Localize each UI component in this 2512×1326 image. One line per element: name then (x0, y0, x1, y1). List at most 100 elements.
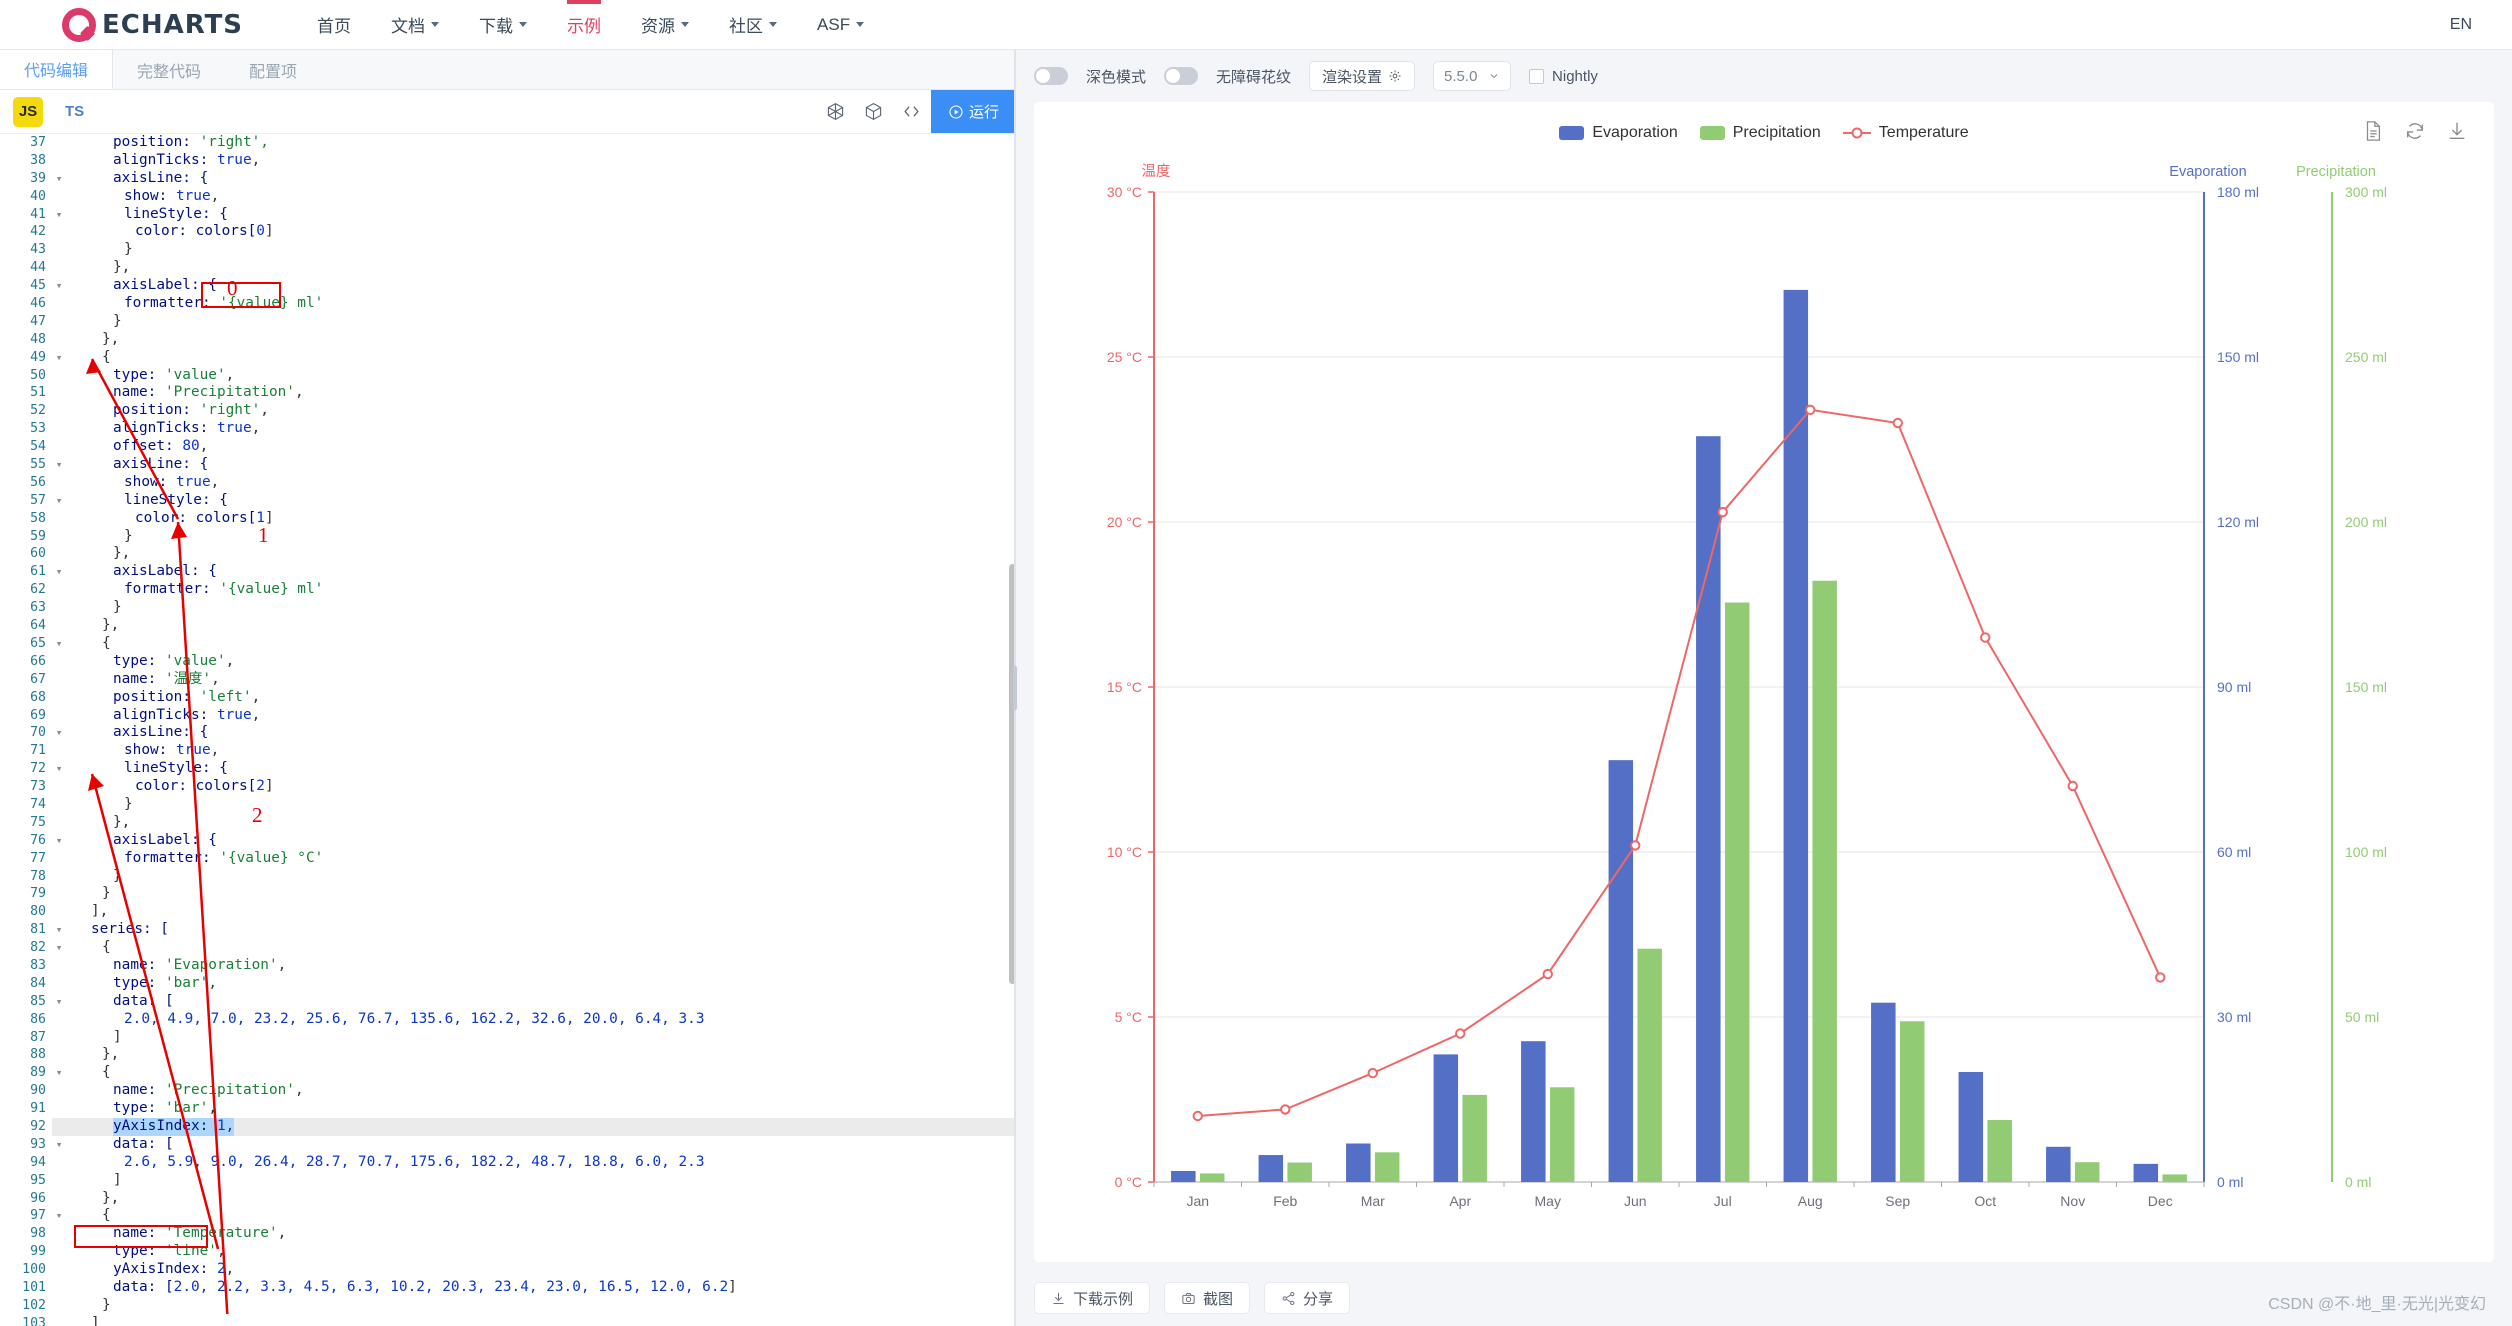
fold-toggle-icon[interactable] (52, 1261, 66, 1279)
fold-toggle-icon[interactable] (52, 438, 66, 456)
code-line[interactable]: 92 yAxisIndex: 1, (0, 1117, 1016, 1136)
fold-toggle-icon[interactable] (52, 1190, 66, 1208)
fold-toggle-icon[interactable] (52, 1100, 66, 1118)
code-line[interactable]: 73 color: colors[2] (0, 778, 1016, 796)
fold-toggle-icon[interactable] (52, 903, 66, 921)
code-line[interactable]: 45 ▾ axisLabel: { (0, 277, 1016, 296)
code-line[interactable]: 74} (0, 795, 1016, 814)
fold-toggle-icon[interactable] (52, 1029, 66, 1047)
fold-toggle-icon[interactable]: ▾ (52, 563, 66, 581)
nav-item-4[interactable]: 资源 (621, 0, 709, 49)
fold-toggle-icon[interactable]: ▾ (52, 1207, 66, 1225)
code-line[interactable]: 52 position: 'right', (0, 402, 1016, 421)
code-line[interactable]: 88}, (0, 1046, 1016, 1065)
fold-toggle-icon[interactable]: ▾ (52, 635, 66, 653)
fold-toggle-icon[interactable] (52, 1297, 66, 1315)
tab-0[interactable]: 代码编辑 (0, 50, 114, 89)
fold-toggle-icon[interactable]: ▾ (52, 993, 66, 1011)
code-line[interactable]: 84 type: 'bar', (0, 974, 1016, 993)
fold-toggle-icon[interactable] (52, 689, 66, 707)
nav-item-5[interactable]: 社区 (709, 0, 797, 49)
fold-toggle-icon[interactable] (52, 1243, 66, 1261)
code-line[interactable]: 47} (0, 312, 1016, 331)
fold-toggle-icon[interactable]: ▾ (52, 760, 66, 778)
code-line[interactable]: 58 color: colors[1] (0, 509, 1016, 528)
code-line[interactable]: 68 position: 'left', (0, 688, 1016, 707)
code-line[interactable]: 60}, (0, 545, 1016, 564)
code-line[interactable]: 81 ▾ series: [ (0, 921, 1016, 940)
nav-item-1[interactable]: 文档 (371, 0, 459, 49)
fold-toggle-icon[interactable] (52, 814, 66, 832)
fold-toggle-icon[interactable]: ▾ (52, 724, 66, 742)
fold-toggle-icon[interactable] (52, 1225, 66, 1243)
code-line[interactable]: 96}, (0, 1189, 1016, 1208)
cube-icon[interactable] (855, 90, 893, 133)
code-line[interactable]: 48}, (0, 330, 1016, 349)
fold-toggle-icon[interactable]: ▾ (52, 1136, 66, 1154)
code-line[interactable]: 99 type: 'line', (0, 1243, 1016, 1262)
echarts-logo[interactable]: ECHARTS (62, 7, 243, 42)
fold-toggle-icon[interactable] (52, 1315, 66, 1326)
fold-toggle-icon[interactable] (52, 653, 66, 671)
fold-toggle-icon[interactable]: ▾ (52, 1064, 66, 1082)
code-line[interactable]: 90 name: 'Precipitation', (0, 1082, 1016, 1101)
code-line[interactable]: 72 ▾ lineStyle: { (0, 760, 1016, 779)
fold-toggle-icon[interactable]: ▾ (52, 492, 66, 510)
fold-toggle-icon[interactable] (52, 885, 66, 903)
code-editor[interactable]: 37 position: 'right', 38 alignTicks: true, 3… (0, 134, 1016, 1326)
code-line[interactable]: 103] (0, 1314, 1016, 1326)
code-line[interactable]: 97 ▾ { (0, 1207, 1016, 1226)
code-line[interactable]: 38 alignTicks: true, (0, 151, 1016, 170)
code-line[interactable]: 82 ▾ { (0, 939, 1016, 957)
fold-toggle-icon[interactable] (52, 259, 66, 277)
fold-toggle-icon[interactable] (52, 223, 66, 241)
fold-toggle-icon[interactable]: ▾ (52, 832, 66, 850)
code-line[interactable]: 37 position: 'right', (0, 134, 1016, 152)
fold-toggle-icon[interactable] (52, 331, 66, 349)
fold-toggle-icon[interactable] (52, 134, 66, 152)
code-line[interactable]: 51 name: 'Precipitation', (0, 384, 1016, 403)
code-line[interactable]: 85 ▾ data: [ (0, 992, 1016, 1011)
code-line[interactable]: 69 alignTicks: true, (0, 706, 1016, 725)
fold-toggle-icon[interactable] (52, 1154, 66, 1172)
fold-toggle-icon[interactable]: ▾ (52, 277, 66, 295)
fold-toggle-icon[interactable] (52, 384, 66, 402)
code-line[interactable]: 89 ▾ { (0, 1064, 1016, 1083)
fold-toggle-icon[interactable] (52, 1046, 66, 1064)
fold-toggle-icon[interactable]: ▾ (52, 921, 66, 939)
nightly-checkbox[interactable] (1529, 68, 1545, 84)
code-line[interactable]: 94 2.6, 5.9, 9.0, 26.4, 28.7, 70.7, 175.6… (0, 1153, 1016, 1172)
bottom-button-2[interactable]: 分享 (1264, 1282, 1351, 1314)
code-line[interactable]: 49 ▾ { (0, 348, 1016, 367)
code-line[interactable]: 54 offset: 80, (0, 438, 1016, 457)
code-line[interactable]: 42 color: colors[0] (0, 223, 1016, 242)
code-line[interactable]: 101 data: [2.0, 2.2, 3.3, 4.5, 6.3, 10.2,… (0, 1279, 1016, 1297)
nav-item-0[interactable]: 首页 (297, 0, 371, 49)
bottom-button-1[interactable]: 截图 (1164, 1282, 1251, 1314)
fold-toggle-icon[interactable] (52, 1279, 66, 1297)
code-line[interactable]: 40 show: true, (0, 187, 1016, 206)
fold-toggle-icon[interactable] (52, 402, 66, 420)
fold-toggle-icon[interactable]: ▾ (52, 170, 66, 188)
fold-toggle-icon[interactable] (52, 617, 66, 635)
nav-item-2[interactable]: 下载 (459, 0, 547, 49)
tab-2[interactable]: 配置项 (225, 50, 321, 89)
fold-toggle-icon[interactable] (52, 420, 66, 438)
code-line[interactable]: 55 ▾ axisLine: { (0, 456, 1016, 474)
code-line[interactable]: 59} (0, 527, 1016, 546)
code-lines[interactable]: 37 position: 'right', 38 alignTicks: true, 3… (0, 134, 1016, 1326)
lang-ts-button[interactable]: TS (65, 103, 84, 120)
code-line[interactable]: 66 type: 'value', (0, 652, 1016, 671)
fold-toggle-icon[interactable] (52, 528, 66, 546)
code-brackets-icon[interactable] (893, 90, 931, 133)
code-line[interactable]: 91 type: 'bar', (0, 1100, 1016, 1118)
fold-toggle-icon[interactable] (52, 957, 66, 975)
code-line[interactable]: 95] (0, 1171, 1016, 1190)
fold-toggle-icon[interactable] (52, 295, 66, 313)
fold-toggle-icon[interactable]: ▾ (52, 349, 66, 367)
fold-toggle-icon[interactable] (52, 742, 66, 760)
fold-toggle-icon[interactable] (52, 510, 66, 528)
code-line[interactable]: 100 yAxisIndex: 2, (0, 1261, 1016, 1279)
fold-toggle-icon[interactable] (52, 671, 66, 689)
nav-item-3[interactable]: 示例 (547, 0, 621, 49)
